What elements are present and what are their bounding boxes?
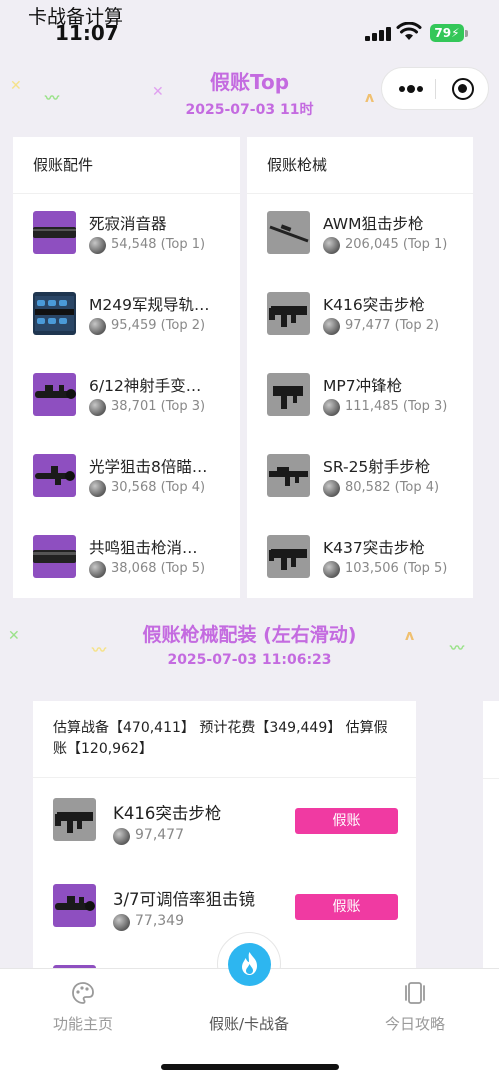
miniprogram-capsule bbox=[381, 67, 489, 110]
item-name: AWM狙击步枪 bbox=[323, 215, 424, 233]
tab-label: 假账/卡战备 bbox=[208, 1015, 290, 1033]
top-accessories-card: 假账配件 死寂消音器 54,548 (Top 1) M249军规导轨… 95,4… bbox=[13, 137, 240, 598]
list-item: 3/7可调倍率狙击镜 77,349 假账 bbox=[33, 864, 416, 950]
assault-rifle-icon bbox=[267, 535, 310, 578]
battery-indicator: 79⚡ bbox=[430, 24, 464, 42]
next-loadout-card[interactable] bbox=[483, 701, 499, 976]
list-item[interactable]: MP7冲锋枪 111,485 (Top 3) bbox=[247, 356, 473, 437]
assault-rifle-icon bbox=[267, 292, 310, 335]
item-name: K416突击步枪 bbox=[323, 296, 425, 314]
list-item[interactable]: K416突击步枪 97,477 (Top 2) bbox=[247, 275, 473, 356]
marksman-rifle-icon bbox=[267, 454, 310, 497]
fake-account-button[interactable]: 假账 bbox=[295, 894, 398, 920]
close-miniprogram-icon[interactable] bbox=[452, 78, 474, 100]
smg-icon bbox=[267, 373, 310, 416]
cards-icon bbox=[405, 982, 425, 1004]
scope-icon bbox=[33, 373, 76, 416]
coin-icon bbox=[89, 480, 106, 497]
item-name: K437突击步枪 bbox=[323, 539, 425, 557]
scope-icon bbox=[33, 454, 76, 497]
scope-icon bbox=[53, 884, 96, 927]
section-title: 假账枪械配装 (左右滑动) bbox=[142, 624, 357, 646]
palette-icon bbox=[72, 982, 94, 1004]
item-name: 3/7可调倍率狙击镜 bbox=[113, 890, 256, 909]
card-title: 假账枪械 bbox=[247, 137, 473, 194]
suppressor-icon bbox=[33, 535, 76, 578]
tab-home[interactable]: 功能主页 bbox=[0, 969, 166, 1049]
coin-icon bbox=[89, 237, 106, 254]
coin-icon bbox=[323, 318, 340, 335]
list-item[interactable]: 死寂消音器 54,548 (Top 1) bbox=[13, 194, 240, 275]
item-name: SR-25射手步枪 bbox=[323, 458, 431, 476]
capsule-divider bbox=[435, 79, 436, 99]
list-item[interactable]: M249军规导轨… 95,459 (Top 2) bbox=[13, 275, 240, 356]
item-value: 77,349 bbox=[135, 913, 184, 929]
coin-icon bbox=[323, 480, 340, 497]
wifi-icon bbox=[396, 22, 422, 40]
coin-icon bbox=[323, 561, 340, 578]
section-date: 2025-07-03 11:06:23 bbox=[167, 652, 332, 668]
list-item[interactable]: SR-25射手步枪 80,582 (Top 4) bbox=[247, 437, 473, 518]
list-item[interactable]: 6/12神射手变… 38,701 (Top 3) bbox=[13, 356, 240, 437]
list-item[interactable]: 共鸣狙击枪消… 38,068 (Top 5) bbox=[13, 518, 240, 599]
item-name: 共鸣狙击枪消… bbox=[89, 539, 198, 557]
suppressor-icon bbox=[33, 211, 76, 254]
item-value: 54,548 (Top 1) bbox=[111, 237, 206, 252]
item-value: 103,506 (Top 5) bbox=[345, 561, 448, 576]
item-value: 97,477 (Top 2) bbox=[345, 318, 440, 333]
item-value: 95,459 (Top 2) bbox=[111, 318, 206, 333]
item-value: 97,477 bbox=[135, 827, 184, 843]
status-bar: 卡战备计算 11:07 79⚡ bbox=[0, 0, 499, 46]
item-value: 111,485 (Top 3) bbox=[345, 399, 448, 414]
coin-icon bbox=[89, 399, 106, 416]
flame-icon[interactable] bbox=[228, 943, 271, 986]
battery-level: 79 bbox=[434, 26, 452, 40]
sniper-rifle-icon bbox=[267, 211, 310, 254]
coin-icon bbox=[113, 914, 130, 931]
tab-label: 今日攻略 bbox=[384, 1015, 445, 1033]
more-options-icon[interactable] bbox=[396, 68, 426, 109]
item-value: 206,045 (Top 1) bbox=[345, 237, 448, 252]
item-name: 6/12神射手变… bbox=[89, 377, 202, 395]
loadout-card[interactable]: 估算战备【470,411】 预计花费【349,449】 估算假账【120,962… bbox=[33, 701, 416, 976]
list-item[interactable]: AWM狙击步枪 206,045 (Top 1) bbox=[247, 194, 473, 275]
item-value: 38,701 (Top 3) bbox=[111, 399, 206, 414]
coin-icon bbox=[89, 318, 106, 335]
status-time: 11:07 bbox=[55, 21, 119, 45]
coin-icon bbox=[113, 828, 130, 845]
list-item: K416突击步枪 97,477 假账 bbox=[33, 778, 416, 864]
item-name: 光学狙击8倍瞄… bbox=[89, 458, 208, 476]
battery-tip bbox=[465, 30, 468, 37]
assault-rifle-icon bbox=[53, 798, 96, 841]
card-title: 假账配件 bbox=[13, 137, 240, 194]
tab-label: 功能主页 bbox=[52, 1015, 113, 1033]
item-name: K416突击步枪 bbox=[113, 804, 222, 823]
list-item[interactable]: 光学狙击8倍瞄… 30,568 (Top 4) bbox=[13, 437, 240, 518]
tab-daily-guide[interactable]: 今日攻略 bbox=[332, 969, 498, 1049]
cellular-signal-icon bbox=[365, 26, 391, 41]
list-item[interactable]: K437突击步枪 103,506 (Top 5) bbox=[247, 518, 473, 599]
coin-icon bbox=[89, 561, 106, 578]
item-name: MP7冲锋枪 bbox=[323, 377, 403, 395]
home-indicator bbox=[161, 1064, 339, 1070]
coin-icon bbox=[323, 237, 340, 254]
top-guns-card: 假账枪械 AWM狙击步枪 206,045 (Top 1) K416突击步枪 97… bbox=[247, 137, 473, 598]
fake-account-button[interactable]: 假账 bbox=[295, 808, 398, 834]
item-name: 死寂消音器 bbox=[89, 215, 167, 233]
loadout-summary: 估算战备【470,411】 预计花费【349,449】 估算假账【120,962… bbox=[33, 701, 416, 778]
item-name: M249军规导轨… bbox=[89, 296, 210, 314]
item-value: 30,568 (Top 4) bbox=[111, 480, 206, 495]
divider bbox=[483, 778, 499, 779]
item-value: 80,582 (Top 4) bbox=[345, 480, 440, 495]
item-value: 38,068 (Top 5) bbox=[111, 561, 206, 576]
rail-icon bbox=[33, 292, 76, 335]
coin-icon bbox=[323, 399, 340, 416]
